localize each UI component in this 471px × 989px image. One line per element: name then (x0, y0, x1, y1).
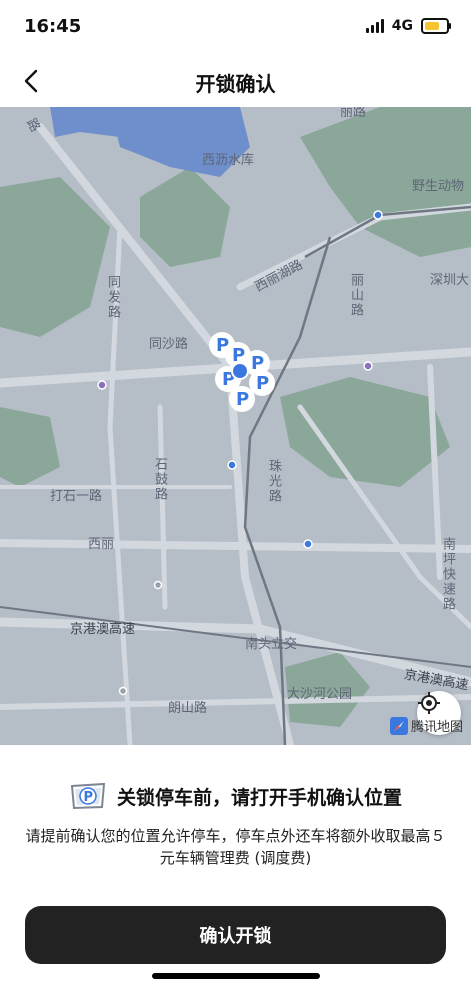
map-label-tongfa-road: 同发路 (105, 275, 120, 320)
map-label-nanping: 南坪快速路 (440, 537, 455, 612)
sheet-headline: P 关锁停车前，请打开手机确认位置 (0, 781, 471, 811)
map-brand: 腾讯地图 (389, 716, 463, 735)
status-bar: 16:45 4G (0, 0, 471, 56)
status-time: 16:45 (24, 16, 82, 37)
sheet-description: 请提前确认您的位置允许停车，停车点外还车将额外收取最高５元车辆管理费 (调度费) (25, 827, 446, 867)
map-label-nantou: 南头立交 (245, 637, 298, 652)
signal-icon (365, 19, 384, 33)
parking-badge-icon: P (70, 782, 106, 810)
compass-icon (389, 716, 408, 735)
map-label-langshan-road: 朗山路 (168, 701, 208, 716)
map-label-tongsha-road: 同沙路 (149, 337, 189, 352)
map-label-shenzhen: 深圳大 (430, 273, 470, 288)
status-right: 4G (365, 18, 451, 34)
map-label-dashiyi-road: 打石一路 (50, 489, 103, 504)
sheet-headline-text: 关锁停车前，请打开手机确认位置 (116, 786, 402, 809)
map-label-reservoir: 西沥水库 (202, 153, 255, 168)
confirm-unlock-button[interactable]: 确认开锁 (25, 906, 446, 964)
map-view[interactable]: P P P P P P 西沥水库 野生动物 西丽湖路 深圳大 丽山路 同发路 同… (0, 107, 471, 745)
page-title: 开锁确认 (195, 72, 276, 96)
home-indicator (152, 973, 320, 979)
map-label-lishan-road: 丽山路 (348, 273, 363, 318)
map-label-top-right: 丽路 (340, 107, 367, 120)
map-label-xili: 西丽 (88, 537, 115, 552)
map-label-wildlife: 野生动物 (412, 179, 465, 194)
brand-label: 腾讯地图 (410, 720, 463, 735)
crosshair-icon (418, 692, 440, 714)
parking-markers[interactable]: P P P P P P (209, 332, 275, 412)
map-canvas: P P P P P P (0, 107, 471, 745)
nav-bar: 开锁确认 (0, 56, 471, 106)
svg-text:P: P (236, 389, 249, 410)
map-label-jinggangao-left: 京港澳高速 (70, 622, 136, 637)
map-label-dashahe: 大沙河公园 (287, 687, 353, 702)
svg-text:P: P (83, 790, 93, 805)
network-label: 4G (391, 18, 413, 34)
map-label-shigu-road: 石鼓路 (152, 457, 167, 502)
battery-icon (421, 18, 451, 34)
map-label-zhuguang-road: 珠光路 (266, 459, 281, 504)
svg-text:P: P (256, 373, 269, 394)
